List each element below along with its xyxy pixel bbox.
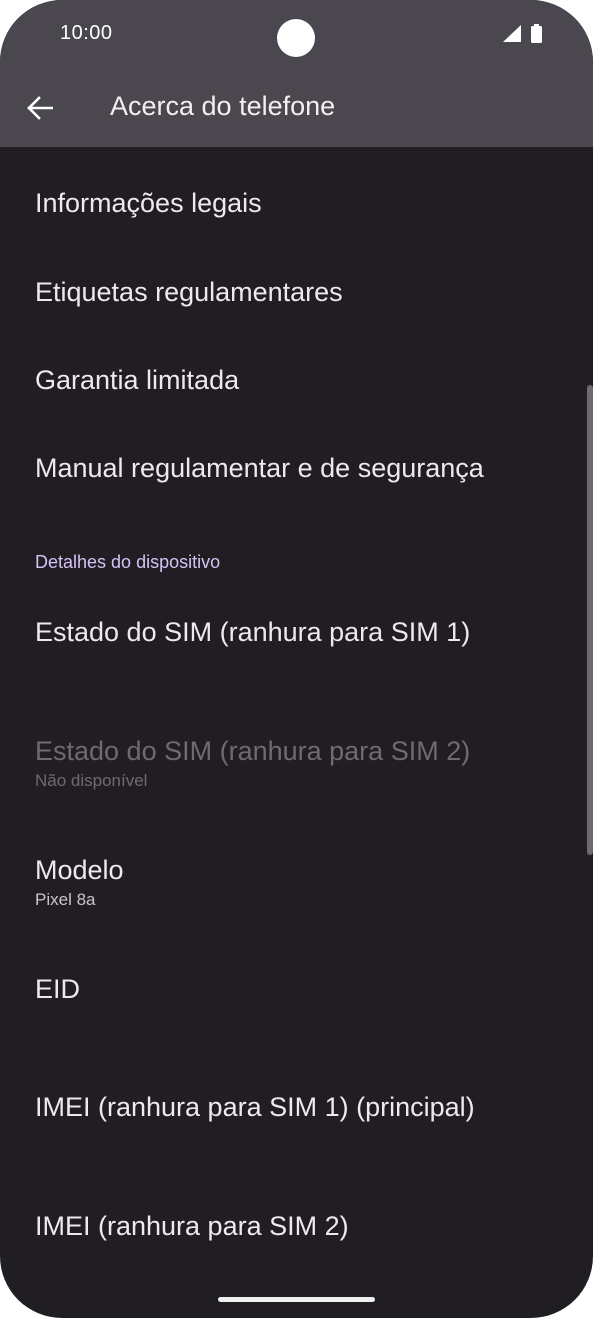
item-sim2-status: Estado do SIM (ranhura para SIM 2) Não d…	[0, 735, 593, 792]
status-clock: 10:00	[60, 22, 113, 44]
scrollbar[interactable]	[587, 385, 593, 855]
home-indicator[interactable]	[218, 1297, 375, 1302]
item-imei-sim2[interactable]: IMEI (ranhura para SIM 2)	[0, 1210, 593, 1242]
settings-list: Informações legais Etiquetas regulamenta…	[0, 147, 593, 1318]
battery-icon	[531, 24, 542, 43]
app-bar: Acerca do telefone	[0, 72, 593, 147]
arrow-left-icon	[27, 96, 53, 120]
camera-cutout	[277, 19, 315, 57]
item-title: IMEI (ranhura para SIM 2)	[35, 1211, 349, 1241]
item-summary: Pixel 8a	[35, 890, 96, 910]
item-title: Manual regulamentar e de segurança	[35, 453, 484, 483]
item-legal-information[interactable]: Informações legais	[0, 187, 593, 219]
item-title: Estado do SIM (ranhura para SIM 1)	[35, 617, 471, 647]
status-bar: 10:00	[0, 0, 593, 72]
back-button[interactable]	[14, 82, 66, 134]
item-title: EID	[35, 974, 81, 1004]
item-title: Informações legais	[35, 188, 262, 218]
item-limited-warranty[interactable]: Garantia limitada	[0, 364, 593, 396]
signal-icon	[503, 25, 521, 42]
item-model[interactable]: Modelo Pixel 8a	[0, 854, 593, 911]
item-imei-sim1[interactable]: IMEI (ranhura para SIM 1) (principal)	[0, 1091, 593, 1123]
item-regulatory-labels[interactable]: Etiquetas regulamentares	[0, 276, 593, 308]
item-safety-manual[interactable]: Manual regulamentar e de segurança	[0, 452, 593, 484]
page-title: Acerca do telefone	[110, 91, 336, 121]
item-title: Estado do SIM (ranhura para SIM 2)	[35, 736, 471, 766]
phone-screen: 10:00 Acerca do telefone Informações leg…	[0, 0, 593, 1318]
item-title: Garantia limitada	[35, 365, 240, 395]
item-sim1-status[interactable]: Estado do SIM (ranhura para SIM 1)	[0, 616, 593, 648]
section-header: Detalhes do dispositivo	[35, 552, 221, 572]
item-title: Etiquetas regulamentares	[35, 277, 343, 307]
item-title: Modelo	[35, 855, 124, 885]
item-title: IMEI (ranhura para SIM 1) (principal)	[35, 1092, 475, 1122]
item-summary: Não disponível	[35, 771, 148, 791]
item-eid[interactable]: EID	[0, 973, 593, 1005]
